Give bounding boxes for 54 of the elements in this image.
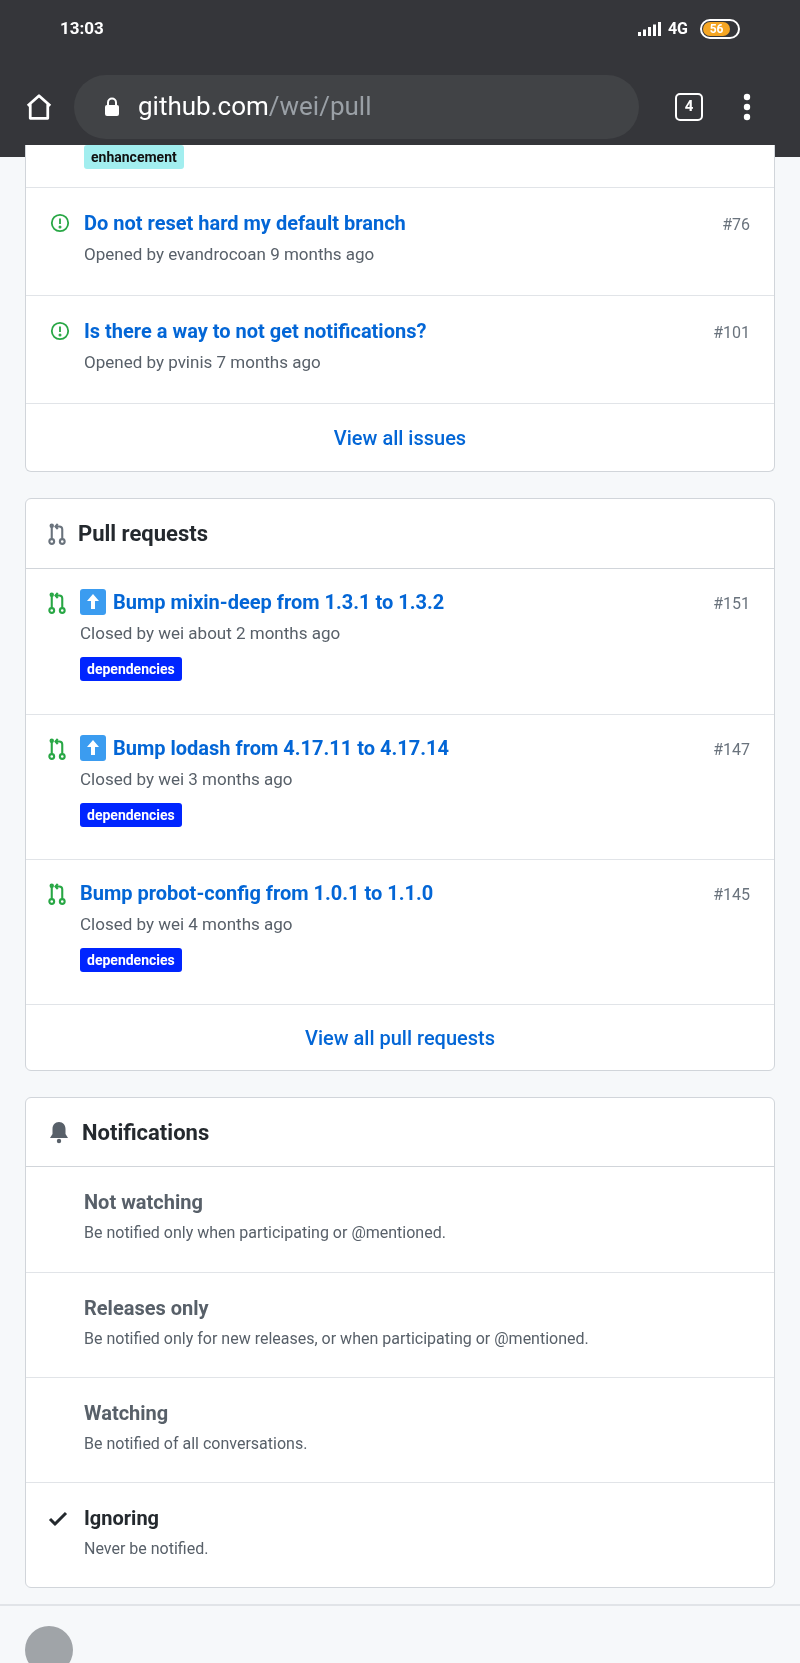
label-tag[interactable]: dependencies (80, 947, 182, 972)
pull-request-title[interactable]: Bump lodash from 4.17.11 to 4.17.14 (113, 735, 449, 761)
network-type: 4G (667, 18, 688, 40)
open-issue-icon (50, 321, 70, 341)
option-title: Not watching (84, 1189, 204, 1215)
pull-request-number: #151 (713, 593, 750, 615)
issue-number: #76 (722, 214, 750, 236)
notification-option[interactable]: Ignoring Never be notified. (26, 1482, 774, 1587)
pull-request-title[interactable]: Bump mixin-deep from 1.3.1 to 1.3.2 (113, 589, 445, 615)
issue-meta: Opened by evandrocoan 9 months ago (84, 243, 376, 266)
status-time: 13:03 (60, 17, 104, 41)
address-bar[interactable]: github.com/wei/pull (74, 74, 639, 139)
option-description: Be notified only when participating or @mentioned. (84, 1222, 446, 1244)
checkmark-icon (48, 1511, 68, 1527)
option-title: Watching (84, 1400, 170, 1426)
pull-request-icon (48, 521, 66, 546)
notification-option[interactable]: Not watching Be notified only when participating or @mentioned. (26, 1167, 774, 1272)
label-tag[interactable]: dependencies (80, 802, 182, 827)
view-all-link[interactable]: View all pull requests (305, 1022, 495, 1053)
option-description: Be notified of all conversations. (84, 1433, 308, 1455)
option-title: Ignoring (84, 1505, 161, 1531)
pull-request-meta: Closed by wei about 2 months ago (80, 622, 341, 645)
notification-option[interactable]: Releases only Be notified only for new releases, or when participating or @mentioned. (26, 1272, 774, 1377)
pull-request-number: #147 (713, 739, 750, 761)
notification-option[interactable]: Watching Be notified of all conversations. (26, 1377, 774, 1482)
card-title: Notifications (82, 1118, 210, 1147)
pull-request-meta: Closed by wei 3 months ago (80, 768, 293, 791)
open-issue-icon (50, 213, 70, 233)
pull-request-icon (48, 737, 66, 761)
pull-request-icon (48, 591, 66, 615)
pull-request-number: #145 (713, 884, 750, 906)
signal-icon (637, 22, 662, 36)
avatar (25, 1626, 73, 1663)
lock-icon (104, 96, 120, 117)
issue-number: #101 (713, 322, 750, 344)
pull-request-title[interactable]: Bump probot-config from 1.0.1 to 1.1.0 (80, 880, 434, 906)
label-tag[interactable]: enhancement (84, 145, 184, 169)
option-description: Be notified only for new releases, or when participating or @mentioned. (84, 1328, 589, 1350)
battery-level: 56 (703, 22, 731, 36)
label-tag[interactable]: dependencies (80, 656, 182, 681)
view-all-link[interactable]: View all issues (333, 422, 467, 453)
issue-meta: Opened by pvinis 7 months ago (84, 351, 322, 374)
issue-title[interactable]: Is there a way to not get notifications? (84, 318, 714, 344)
tab-count-button[interactable]: 4 (675, 92, 703, 121)
url-text: github.com/wei/pull (138, 90, 372, 123)
home-icon[interactable] (24, 91, 54, 122)
issue-title[interactable]: Do not reset hard my default branch (84, 210, 723, 236)
option-title: Releases only (84, 1295, 210, 1321)
card-title: Pull requests (78, 520, 208, 548)
pull-request-meta: Closed by wei 4 months ago (80, 913, 293, 936)
option-description: Never be notified. (84, 1538, 209, 1560)
pull-request-icon (48, 882, 66, 906)
bell-icon (48, 1120, 70, 1144)
menu-icon[interactable] (743, 92, 751, 121)
